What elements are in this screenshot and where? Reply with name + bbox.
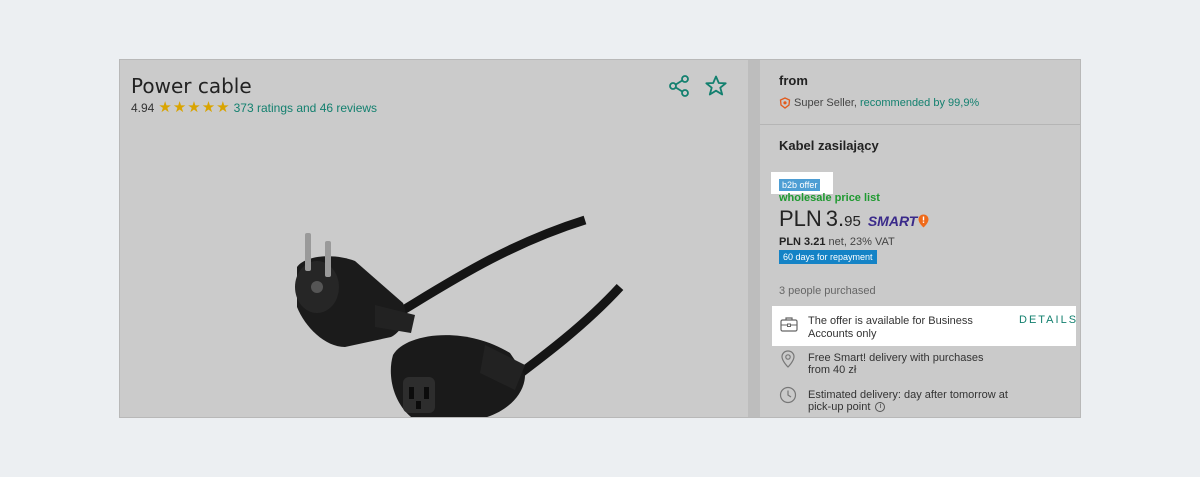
price-decimal: 95 (844, 213, 861, 230)
share-icon[interactable] (667, 74, 691, 98)
star-icon: ★ (172, 99, 187, 116)
price-integer: 3. (825, 206, 845, 231)
rating-value: 4.94 (131, 101, 155, 115)
smart-label: SMART (867, 213, 918, 229)
repayment-badge[interactable]: 60 days for repayment (779, 250, 877, 264)
purchased-count: 3 people purchased (779, 285, 876, 297)
product-image[interactable] (275, 215, 635, 417)
smart-badge[interactable]: SMART (868, 213, 930, 229)
location-pin-icon (780, 350, 796, 368)
details-link[interactable]: DETAILS (1019, 314, 1078, 326)
smart-pin-icon (918, 214, 929, 228)
net-price: PLN 3.21 (779, 236, 826, 248)
product-title: Power cable (131, 74, 252, 98)
estimated-delivery: Estimated delivery: day after tomorrow a… (808, 389, 1018, 413)
wholesale-label: wholesale price list (779, 192, 880, 204)
rating-row: 4.94 ★ ★ ★ ★ ★ 373 ratings and 46 review… (131, 99, 377, 116)
seller-info: Super Seller, recommended by 99,9% (779, 97, 979, 109)
briefcase-icon (780, 316, 798, 332)
b2b-badge: b2b offer (779, 179, 821, 191)
star-icon: ★ (158, 99, 172, 116)
star-icon: ★ (201, 99, 216, 116)
price-currency: PLN (779, 206, 822, 231)
divider (760, 124, 1080, 125)
free-delivery-text: Free Smart! delivery with purchases from… (808, 352, 984, 376)
panel-divider (748, 60, 760, 417)
star-icon: ★ (216, 99, 230, 116)
offer-panel: from Super Seller, recommended by 99,9% … (760, 60, 1080, 417)
super-seller-icon (779, 97, 791, 109)
seller-recommendation[interactable]: recommended by 99,9% (860, 97, 979, 109)
price: PLN 3. 95 SMART (779, 206, 929, 232)
offer-product-name: Kabel zasilający (779, 138, 879, 153)
rating-stars: ★ ★ ★ ★ ★ (158, 99, 230, 116)
estimated-delivery-text: Estimated delivery: day after tomorrow a… (808, 389, 1008, 413)
super-seller-label: Super Seller, (794, 97, 857, 109)
product-card: Power cable 4.94 ★ ★ ★ ★ ★ 373 ratings a… (119, 59, 1081, 418)
star-icon: ★ (187, 99, 201, 116)
net-price-row: PLN 3.21 net, 23% VAT (779, 236, 895, 248)
favorite-star-icon[interactable] (704, 74, 728, 98)
from-label: from (779, 73, 808, 88)
info-icon[interactable]: i (875, 402, 886, 413)
clock-icon (779, 386, 797, 404)
product-gallery-panel: Power cable 4.94 ★ ★ ★ ★ ★ 373 ratings a… (120, 60, 748, 417)
business-only-text: The offer is available for Business Acco… (808, 315, 973, 340)
reviews-link[interactable]: 373 ratings and 46 reviews (234, 101, 377, 115)
net-price-suffix: net, 23% VAT (828, 236, 895, 248)
